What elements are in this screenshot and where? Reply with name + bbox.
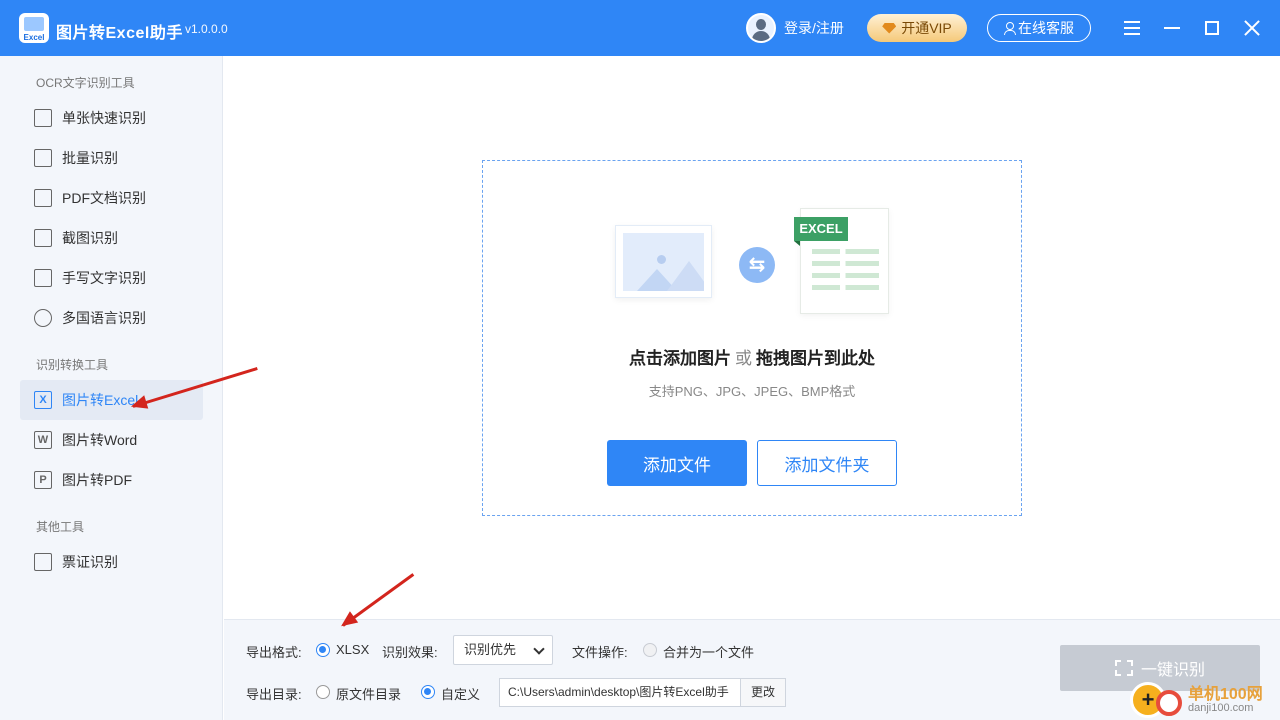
sidebar-section-other: 其他工具 — [36, 520, 85, 534]
app-version: v1.0.0.0 — [185, 22, 228, 36]
menu-button[interactable] — [1120, 16, 1144, 40]
dir-custom-label: 自定义 — [441, 687, 481, 702]
pdf-icon — [34, 189, 52, 207]
sidebar-item-handwriting-ocr[interactable]: 手写文字识别 — [20, 258, 203, 298]
excel-icon: X — [34, 391, 52, 409]
merge-radio[interactable] — [643, 643, 657, 657]
format-xlsx-label: XLSX — [336, 642, 370, 657]
format-xlsx-radio[interactable] — [316, 643, 330, 657]
ticket-icon — [34, 553, 52, 571]
minimize-button[interactable] — [1160, 16, 1184, 40]
sidebar-item-pdf-ocr[interactable]: PDF文档识别 — [20, 178, 203, 218]
effect-label: 识别效果: — [382, 645, 438, 660]
effect-select[interactable]: 识别优先 — [453, 635, 553, 665]
login-label: 登录/注册 — [784, 20, 844, 36]
close-button[interactable] — [1240, 16, 1264, 40]
scan-icon — [1114, 660, 1133, 676]
image-placeholder-icon — [615, 225, 712, 298]
sidebar-item-screenshot-ocr[interactable]: 截图识别 — [20, 218, 203, 258]
vip-button[interactable]: 开通VIP — [867, 14, 967, 42]
export-dir-label: 导出目录: — [246, 687, 302, 702]
add-folder-button[interactable]: 添加文件夹 — [757, 440, 897, 486]
globe-icon — [34, 309, 52, 327]
maximize-button[interactable] — [1200, 16, 1224, 40]
excel-badge: EXCEL — [794, 217, 848, 246]
service-label: 在线客服 — [1018, 20, 1074, 36]
title-bar: Excel 图片转Excel助手 v1.0.0.0 登录/注册 开通VIP 在线… — [0, 0, 1280, 56]
sidebar-item-image-to-word[interactable]: W 图片转Word — [20, 420, 203, 460]
pdf-file-icon: P — [34, 471, 52, 489]
sidebar-item-single-ocr[interactable]: 单张快速识别 — [20, 98, 203, 138]
dir-custom-radio[interactable] — [421, 685, 435, 699]
change-dir-button[interactable]: 更改 — [740, 678, 786, 707]
file-op-label: 文件操作: — [572, 645, 628, 660]
drop-zone[interactable] — [482, 160, 1022, 516]
word-icon: W — [34, 431, 52, 449]
excel-rows-icon — [812, 249, 879, 297]
vip-label: 开通VIP — [901, 20, 952, 36]
site-watermark: 单机100网 danji100.com — [1130, 680, 1280, 720]
merge-label: 合并为一个文件 — [663, 645, 755, 660]
sidebar-item-image-to-excel[interactable]: X 图片转Excel — [20, 380, 203, 420]
image-scan-icon — [34, 109, 52, 127]
login-button[interactable]: 登录/注册 — [746, 13, 844, 43]
sidebar-section-convert: 识别转换工具 — [36, 358, 109, 372]
export-path-field[interactable]: C:\Users\admin\desktop\图片转Excel助手 — [499, 678, 741, 707]
app-title: 图片转Excel助手 — [56, 25, 183, 42]
crop-icon — [34, 229, 52, 247]
sidebar-item-multilang-ocr[interactable]: 多国语言识别 — [20, 298, 203, 338]
sidebar-item-batch-ocr[interactable]: 批量识别 — [20, 138, 203, 178]
ring-logo-icon — [1156, 690, 1182, 716]
app-logo-icon: Excel — [19, 13, 49, 43]
online-service-button[interactable]: 在线客服 — [987, 14, 1091, 42]
sidebar-item-ticket-ocr[interactable]: 票证识别 — [20, 542, 203, 582]
add-file-button[interactable]: 添加文件 — [607, 440, 747, 486]
pen-icon — [34, 269, 52, 287]
diamond-icon — [882, 22, 897, 34]
supported-formats: 支持PNG、JPG、JPEG、BMP格式 — [648, 384, 856, 399]
stack-icon — [34, 149, 52, 167]
sidebar-item-image-to-pdf[interactable]: P 图片转PDF — [20, 460, 203, 500]
chevron-down-icon — [533, 643, 545, 655]
export-format-label: 导出格式: — [246, 645, 302, 660]
dir-original-label: 原文件目录 — [336, 687, 402, 702]
user-icon — [1004, 22, 1016, 35]
sidebar-section-ocr: OCR文字识别工具 — [36, 76, 135, 90]
dir-original-radio[interactable] — [316, 685, 330, 699]
convert-arrows-icon: ⇆ — [739, 247, 775, 283]
avatar-icon — [746, 13, 776, 43]
drop-title[interactable]: 点击添加图片或拖拽图片到此处 — [482, 344, 1022, 369]
